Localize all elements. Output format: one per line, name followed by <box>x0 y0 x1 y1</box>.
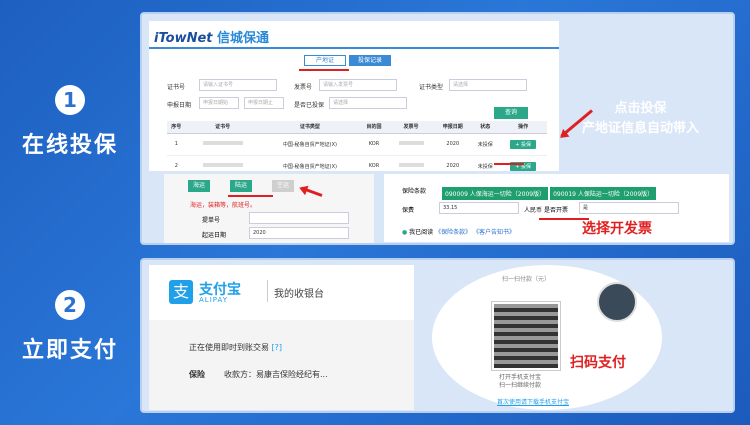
qr-top-label: 扫一扫付款（元） <box>502 276 551 283</box>
payee: 收款方：易康吉保险经纪有... <box>224 370 328 379</box>
callout-click-insure: 点击投保 产地证信息自动带入 <box>582 101 700 136</box>
cashier-title: 我的收银台 <box>274 289 324 300</box>
date-end-input[interactable]: 申报日期止 <box>244 97 284 109</box>
premium-input: 33.15 <box>439 202 519 214</box>
transport-card: 海运 陆运 空运 海运，装箱等，航班号。 提单号 起运日期 2020 <box>164 174 374 243</box>
cert-table: 序号 证书号 证书类型 目的国 发票号 申报日期 状态 操作 1 中国-秘鲁自贸… <box>167 121 547 171</box>
col-header: 序号 <box>167 121 186 134</box>
depart-date-input[interactable]: 2020 <box>249 227 349 239</box>
step-1: 1 在线投保 <box>0 85 140 159</box>
help-link[interactable]: [?] <box>272 343 283 352</box>
col-header: 发票号 <box>387 121 435 134</box>
arrow-icon <box>300 186 323 197</box>
panel-pay: 支 支付宝 ALIPAY 我的收银台 正在使用即时到账交易 [?] 保险 收款方… <box>140 258 735 413</box>
col-header: 证书号 <box>185 121 260 134</box>
col-header: 操作 <box>499 121 547 134</box>
label-bl-no: 提单号 <box>202 217 221 224</box>
portal-card: iTowNet 信城保通 产地证 投保记录 证书号 请输入证书号 发票号 请输入… <box>149 21 559 171</box>
step-number: 1 <box>55 85 85 115</box>
transport-note: 海运，装箱等，航班号。 <box>190 202 257 209</box>
label-currency: 人民币 <box>524 207 543 214</box>
label-clauses: 保险条款 <box>402 188 427 195</box>
col-header: 证书类型 <box>259 121 361 134</box>
table-row: 1 中国-秘鲁自贸产地证(X) KOR 2020 未投保 + 投保 <box>167 133 547 156</box>
col-header: 目的国 <box>360 121 388 134</box>
query-button[interactable]: 查询 <box>494 107 528 119</box>
alipay-logo: 支 <box>169 280 193 304</box>
cert-no-input[interactable]: 请输入证书号 <box>199 79 277 91</box>
phone-scan-icon <box>597 282 637 322</box>
clause-tag[interactable]: 090009 人保海运一切险（2009版） <box>442 187 549 200</box>
label-premium: 保费 <box>402 207 415 214</box>
label-depart-date: 起运日期 <box>202 232 227 239</box>
invoice-select[interactable]: 是 <box>579 202 679 214</box>
step-number: 2 <box>55 290 85 320</box>
qr-code <box>491 301 561 371</box>
date-start-input[interactable]: 申报日期始 <box>199 97 239 109</box>
alipay-card: 支 支付宝 ALIPAY 我的收银台 正在使用即时到账交易 [?] 保险 收款方… <box>149 265 414 410</box>
clause-tag[interactable]: 090019 人保陆运一切险（2009版） <box>550 187 657 200</box>
step-label: 在线投保 <box>21 133 118 158</box>
tab-insure-records[interactable]: 投保记录 <box>349 55 391 66</box>
label-cert-type: 证书类型 <box>419 84 444 91</box>
agree-checkbox[interactable]: ● 我已阅读 《保险条款》 《客户告知书》 <box>402 227 515 236</box>
panel-online-insure: iTowNet 信城保通 产地证 投保记录 证书号 请输入证书号 发票号 请输入… <box>140 12 735 245</box>
step-2: 2 立即支付 <box>0 290 140 364</box>
col-header: 状态 <box>471 121 500 134</box>
label-apply-date: 申报日期 <box>167 102 192 109</box>
instant-notice: 正在使用即时到账交易 [?] <box>189 343 283 352</box>
land-button[interactable]: 陆运 <box>230 180 252 192</box>
label-invoice-q: 是否开票 <box>544 207 569 214</box>
table-row: 2 中国-秘鲁自贸产地证(X) KOR 2020 未投保 + 投保 <box>167 155 547 171</box>
col-header: 申报日期 <box>434 121 472 134</box>
label-cert-no: 证书号 <box>167 84 186 91</box>
portal-logo: iTowNet 信城保通 <box>154 31 270 46</box>
sea-button[interactable]: 海运 <box>188 180 210 192</box>
air-button[interactable]: 空运 <box>272 180 294 192</box>
label-insured: 是否已投保 <box>294 102 325 109</box>
download-link[interactable]: 首次使用请下载手机支付宝 <box>497 397 569 406</box>
step-label: 立即支付 <box>21 338 118 363</box>
clauses-card: 保险条款 090009 人保海运一切险（2009版） 090019 人保陆运一切险… <box>384 174 729 242</box>
tab-origin-cert[interactable]: 产地证 <box>304 55 346 66</box>
callout-scan-pay: 扫码支付 <box>570 355 626 371</box>
insured-select[interactable]: 请选择 <box>329 97 407 109</box>
alipay-logo-en: ALIPAY <box>199 296 229 304</box>
label-invoice-no: 发票号 <box>294 84 313 91</box>
invoice-no-input[interactable]: 请输入发票号 <box>319 79 397 91</box>
pay-item: 保险 <box>189 370 205 379</box>
qr-foot: 打开手机支付宝 扫一扫继续付款 <box>499 374 542 389</box>
cert-type-select[interactable]: 请选择 <box>449 79 527 91</box>
bl-no-input[interactable] <box>249 212 349 224</box>
callout-invoice: 选择开发票 <box>582 221 652 237</box>
insure-button[interactable]: + 投保 <box>510 139 536 149</box>
